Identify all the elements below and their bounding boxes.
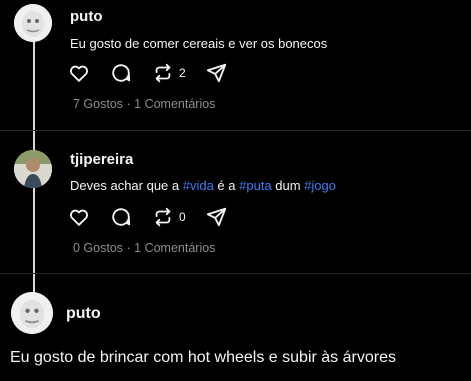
post-stats: 7 Gostos · 1 Comentários xyxy=(73,97,215,111)
like-button[interactable] xyxy=(68,62,90,84)
post: tjipereira Deves achar que a #vida é a #… xyxy=(0,131,471,273)
post: puto Eu gosto de comer cereais e ver os … xyxy=(0,0,471,130)
share-button[interactable] xyxy=(206,206,228,228)
username[interactable]: puto xyxy=(66,305,101,323)
comment-button[interactable] xyxy=(110,62,132,84)
text-segment: dum xyxy=(271,178,305,193)
reply-text: Eu gosto de brincar com hot wheels e sub… xyxy=(10,349,396,366)
repost-button[interactable]: 0 xyxy=(152,206,186,228)
heart-icon xyxy=(70,65,88,82)
avatar[interactable] xyxy=(11,292,53,334)
repost-count: 2 xyxy=(179,66,186,80)
like-button[interactable] xyxy=(68,206,90,228)
likes-count[interactable]: 7 Gostos xyxy=(73,97,123,111)
repost-icon xyxy=(155,207,171,227)
repost-icon xyxy=(155,63,171,83)
hashtag-link[interactable]: #jogo xyxy=(304,178,336,193)
post-actions: 0 xyxy=(68,206,248,228)
comment-icon xyxy=(112,208,131,226)
heart-icon xyxy=(70,209,88,226)
avatar[interactable] xyxy=(14,4,52,42)
comment-icon xyxy=(112,64,131,82)
share-icon xyxy=(206,63,226,83)
comments-count[interactable]: 1 Comentários xyxy=(134,241,215,255)
post-text: Deves achar que a #vida é a #puta dum #j… xyxy=(70,178,336,193)
username[interactable]: tjipereira xyxy=(70,151,133,168)
separator: · xyxy=(123,97,135,111)
hashtag-link[interactable]: #vida xyxy=(183,178,214,193)
repost-button[interactable]: 2 xyxy=(152,62,186,84)
text-segment: Deves achar que a xyxy=(70,178,183,193)
avatar[interactable] xyxy=(14,150,52,188)
post-stats: 0 Gostos · 1 Comentários xyxy=(73,241,215,255)
username[interactable]: puto xyxy=(70,8,102,25)
share-button[interactable] xyxy=(206,62,228,84)
post-actions: 2 xyxy=(68,62,248,84)
post-text: Eu gosto de comer cereais e ver os bonec… xyxy=(70,36,328,51)
share-icon xyxy=(206,207,226,227)
separator: · xyxy=(123,241,135,255)
comments-count[interactable]: 1 Comentários xyxy=(134,97,215,111)
reply-post: puto Eu gosto de brincar com hot wheels … xyxy=(0,274,471,381)
repost-count: 0 xyxy=(179,210,186,224)
hashtag-link[interactable]: #puta xyxy=(239,178,272,193)
text-segment: é a xyxy=(213,178,240,193)
likes-count[interactable]: 0 Gostos xyxy=(73,241,123,255)
comment-button[interactable] xyxy=(110,206,132,228)
